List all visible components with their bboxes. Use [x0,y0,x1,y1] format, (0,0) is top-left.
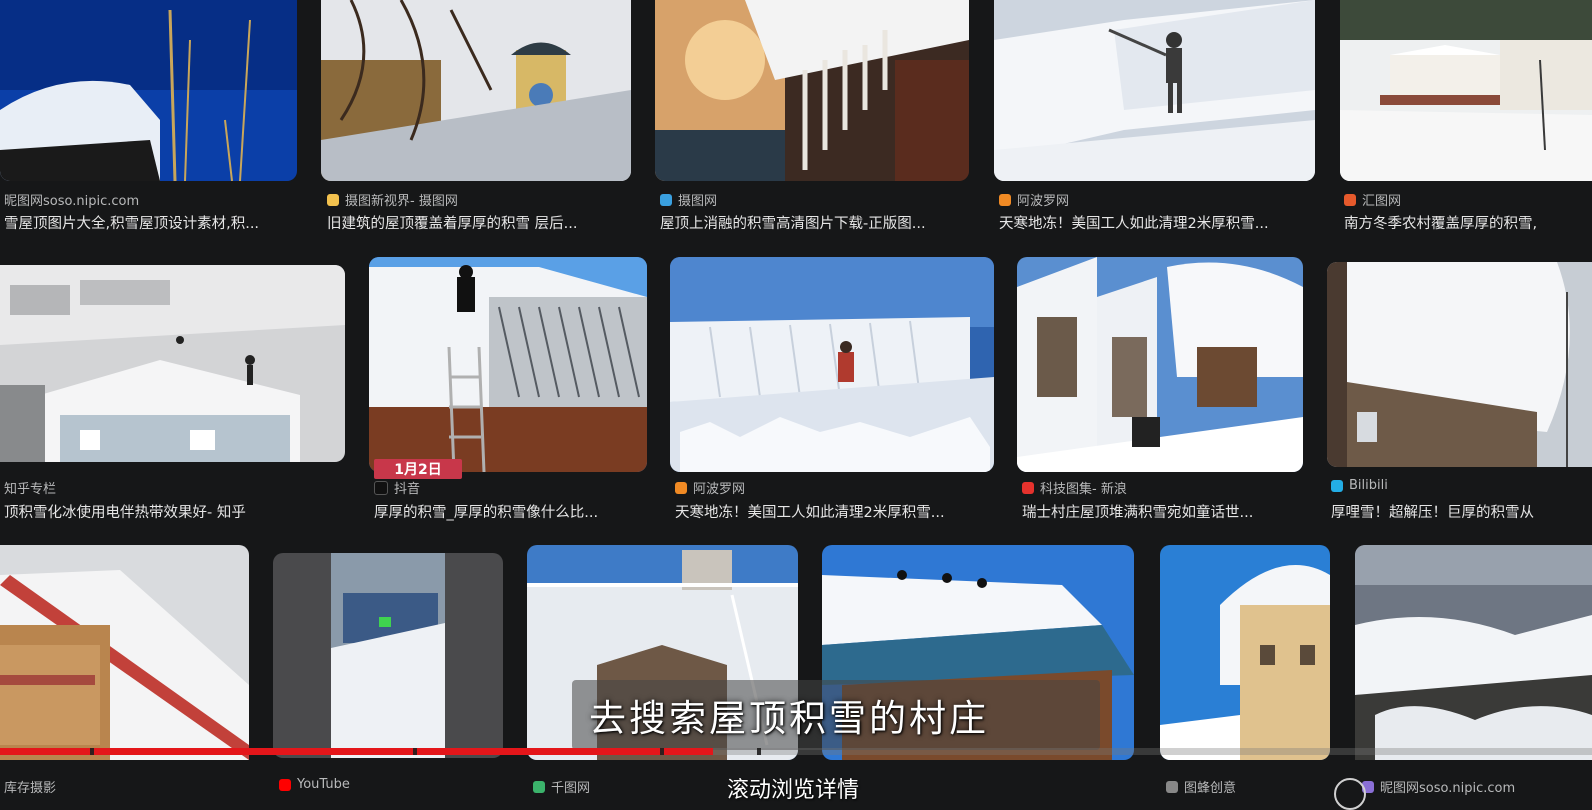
shetu-icon [660,193,672,206]
result-image-16[interactable] [1355,545,1592,760]
source-label: YouTube [297,777,350,792]
result-title-9[interactable]: 瑞士村庄屋顶堆满积雪宛如童话世... [1022,501,1300,522]
source-label: 图蜂创意 [1184,781,1237,796]
result-image-8[interactable] [670,257,994,472]
result-source-4: 阿波罗网 [999,190,1069,209]
bottom-caption: 滚动浏览详情 [727,778,860,803]
result-source-10: Bilibili [1331,478,1388,493]
abl-icon [999,193,1011,206]
source-label: 阿波罗网 [1017,194,1070,209]
result-image-2[interactable] [321,0,631,181]
result-image-12[interactable] [273,553,503,758]
result-title-4[interactable]: 天寒地冻！美国工人如此清理2米厚积雪... [999,212,1311,233]
source-label: 汇图网 [1362,194,1402,209]
tufeng-icon [1166,780,1178,793]
sina-icon [1022,481,1034,494]
result-title-1[interactable]: 雪屋顶图片大全,积雪屋顶设计素材,积... [4,212,299,233]
source-label: 千图网 [551,781,591,796]
circle-button[interactable] [1334,778,1366,810]
bottom-source-3: 千图网 [533,777,590,796]
result-source-5: 汇图网 [1344,190,1401,209]
result-image-10[interactable] [1327,262,1592,467]
result-image-4[interactable] [994,0,1315,181]
result-image-5[interactable] [1340,0,1592,181]
shetu-icon [327,193,339,206]
video-progress-fill [0,748,714,755]
result-title-8[interactable]: 天寒地冻！美国工人如此清理2米厚积雪... [675,501,990,522]
chapter-divider [413,748,417,755]
result-image-9[interactable] [1017,257,1303,472]
video-progress-bar[interactable] [0,748,1592,755]
chapter-divider [90,748,94,755]
result-source-3: 摄图网 [660,190,717,209]
source-label: 知乎专栏 [4,482,57,497]
result-image-11[interactable] [0,545,249,760]
result-source-1: 昵图网soso.nipic.com [4,190,139,209]
result-image-3[interactable] [655,0,969,181]
chapter-divider [660,748,664,755]
result-source-8: 阿波罗网 [675,478,745,497]
result-image-7[interactable] [369,257,647,472]
result-title-7[interactable]: 厚厚的积雪_厚厚的积雪像什么比... [374,501,642,522]
douyin-icon [374,480,388,495]
result-title-10[interactable]: 厚哩雪！超解压！巨厚的积雪从 [1331,501,1592,522]
result-title-6[interactable]: 顶积雪化冰使用电伴热带效果好- 知乎 [4,501,344,522]
result-image-1[interactable] [0,0,297,181]
result-title-5[interactable]: 南方冬季农村覆盖厚厚的积雪, [1344,212,1592,233]
result-image-15[interactable] [1160,545,1330,760]
bilibili-icon [1331,479,1343,492]
abl-icon [675,481,687,494]
source-label: 库存摄影 [4,781,57,796]
qiantu-icon [533,780,545,793]
bottom-source-4: 图蜂创意 [1166,777,1236,796]
result-title-3[interactable]: 屋顶上消融的积雪高清图片下载-正版图... [660,212,965,233]
bottom-source-2: YouTube [279,777,350,792]
source-label: 科技图集- 新浪 [1040,482,1127,497]
result-image-6[interactable] [0,265,345,462]
chapter-divider [757,748,761,755]
source-label: 昵图网soso.nipic.com [4,194,140,209]
bottom-source-5: 昵图网soso.nipic.com [1362,777,1515,796]
huitu-icon [1344,193,1356,206]
source-label: 昵图网soso.nipic.com [1380,781,1516,796]
source-label: 抖音 [394,482,421,497]
date-badge: 1月2日 [374,459,462,479]
source-label: 阿波罗网 [693,482,746,497]
video-subtitle: 去搜索屋顶积雪的村庄 [589,697,989,740]
result-source-6: 知乎专栏 [4,478,56,497]
source-label: 摄图新视界- 摄图网 [345,194,458,209]
source-label: 摄图网 [678,194,718,209]
source-label: Bilibili [1349,478,1388,493]
result-source-7: 抖音 [374,478,420,497]
result-source-2: 摄图新视界- 摄图网 [327,190,458,209]
result-title-2[interactable]: 旧建筑的屋顶覆盖着厚厚的积雪 层后... [327,212,627,233]
result-source-9: 科技图集- 新浪 [1022,478,1127,497]
youtube-icon [279,778,291,791]
bottom-source-1: 库存摄影 [4,777,56,796]
